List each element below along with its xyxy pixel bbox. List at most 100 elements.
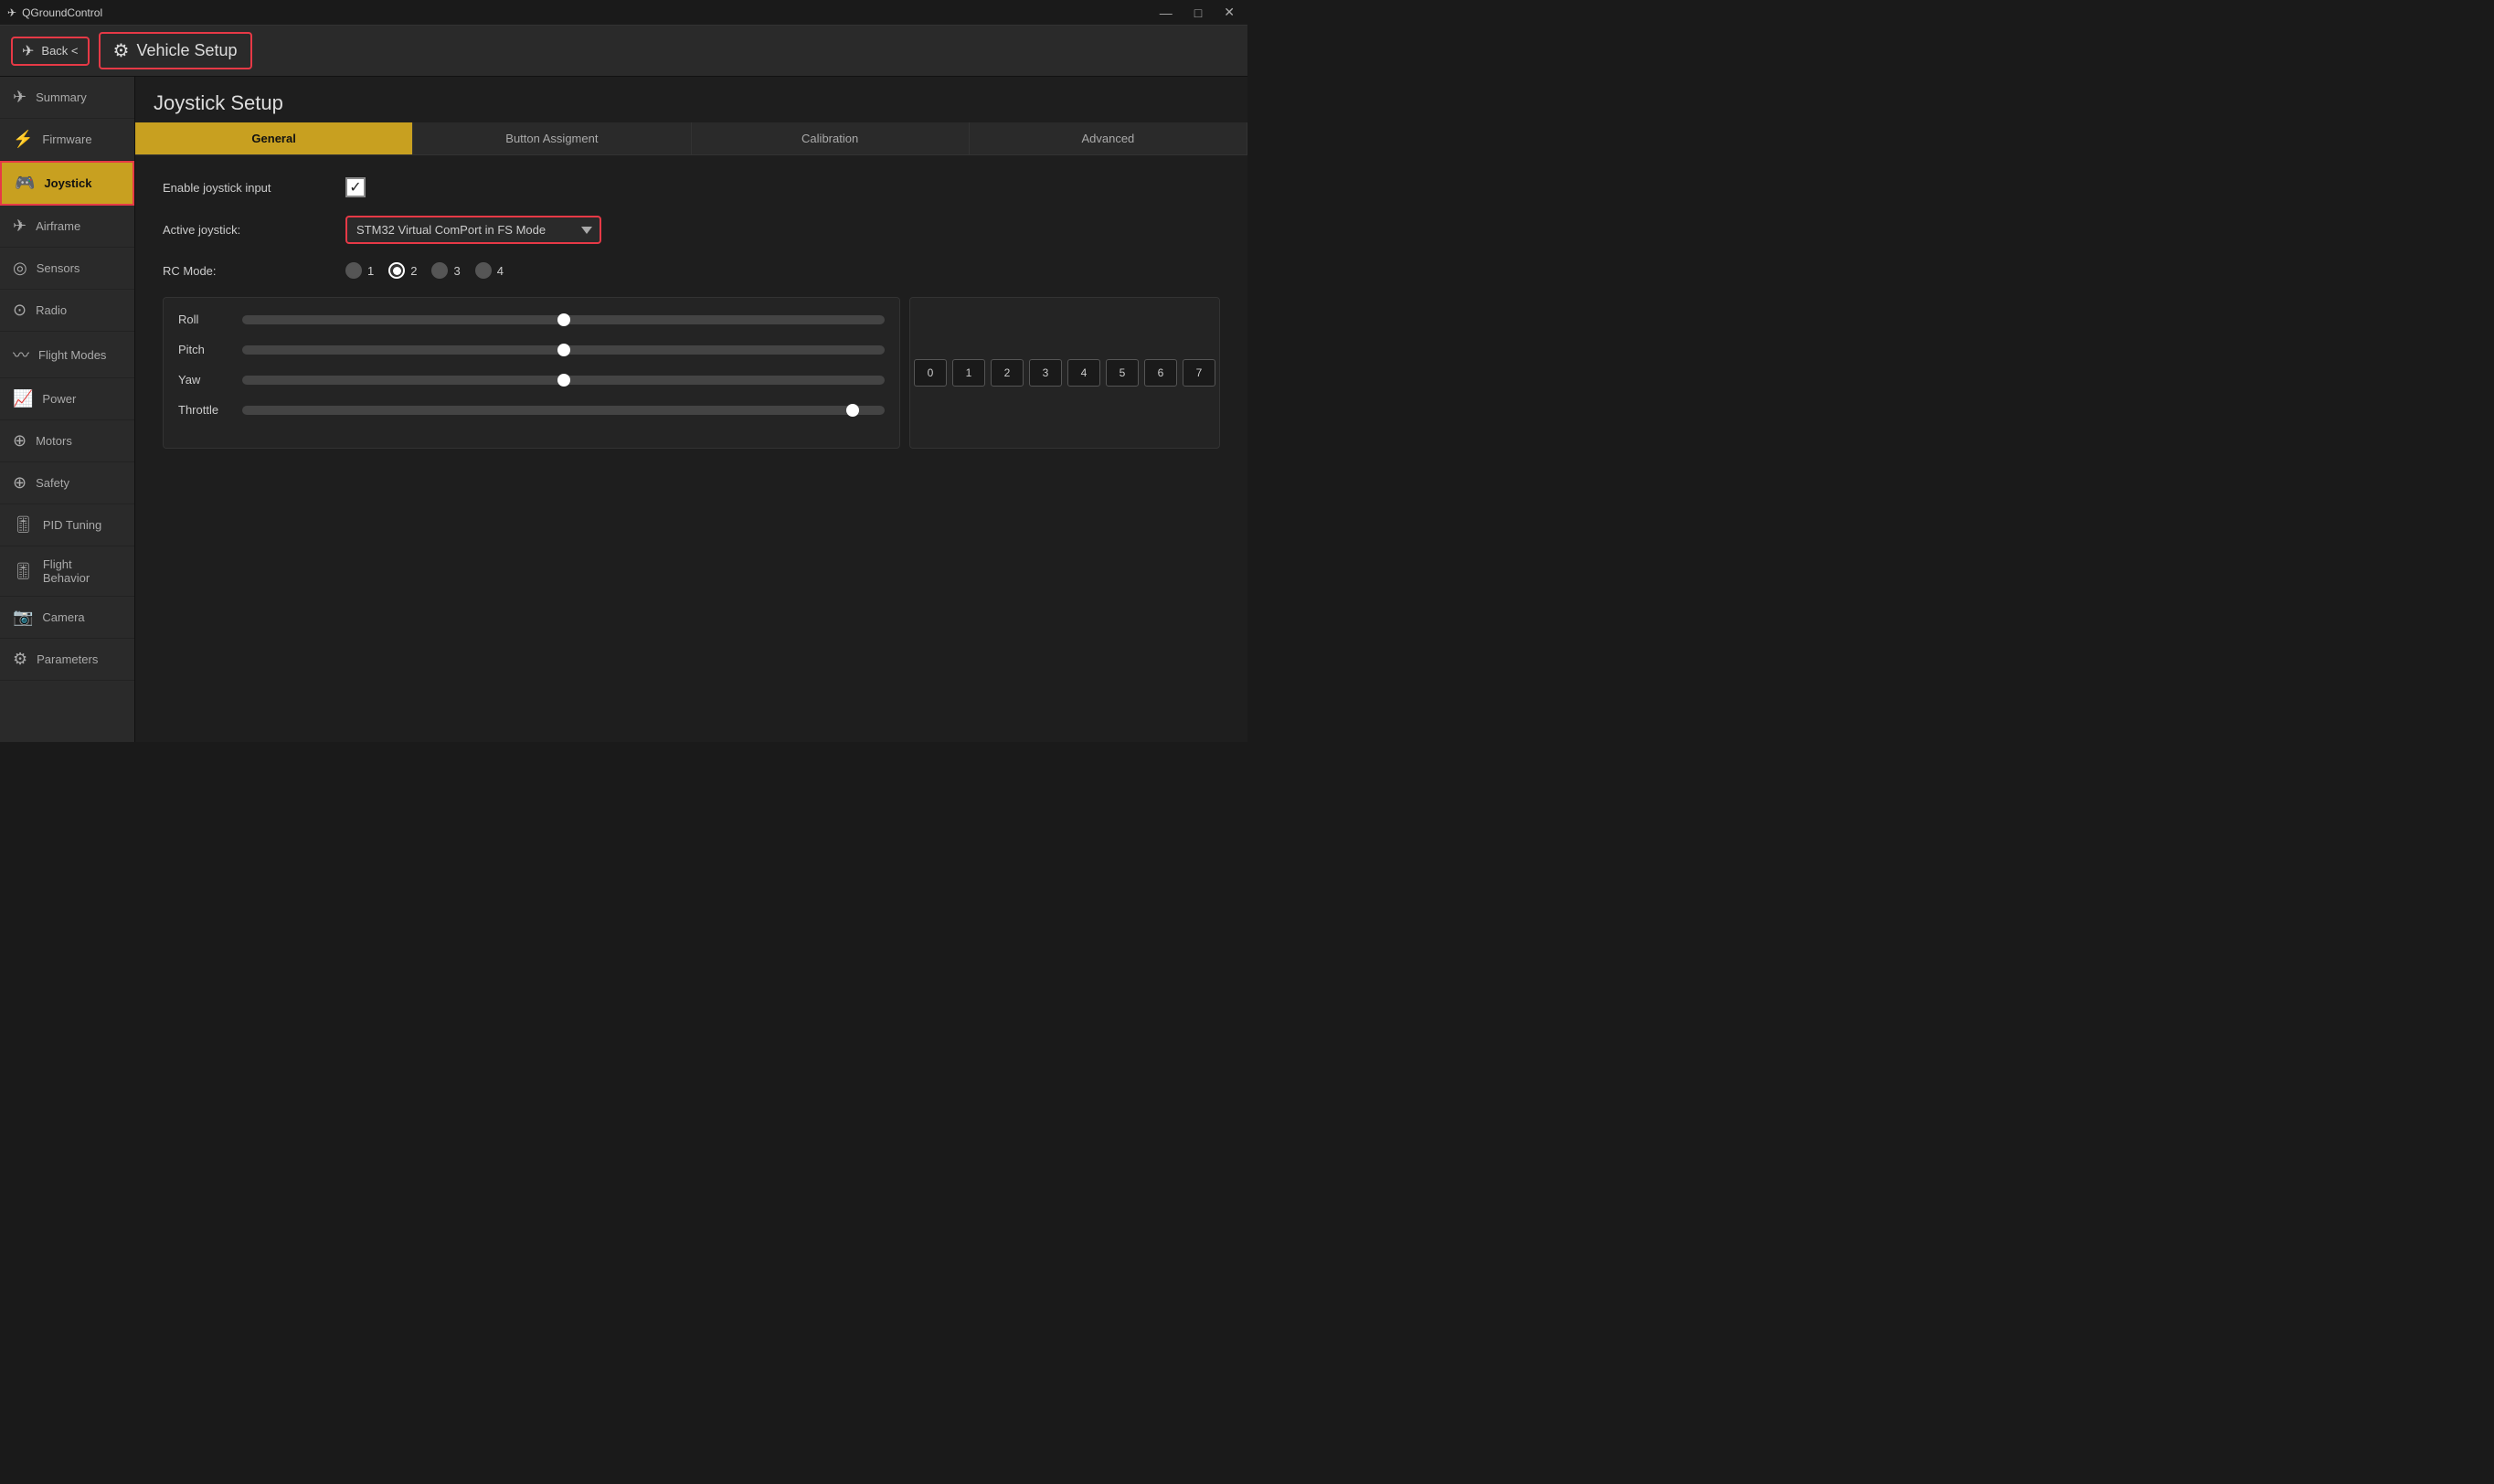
- app-body: ✈ Summary ⚡ Firmware 🎮 Joystick ✈ Airfra…: [0, 77, 1247, 742]
- titlebar-controls: — □ ✕: [1154, 3, 1240, 22]
- sidebar-item-power[interactable]: 📈 Power: [0, 378, 134, 420]
- sidebar-label-parameters: Parameters: [37, 652, 98, 666]
- vehicle-setup-header: ⚙ Vehicle Setup: [99, 32, 252, 69]
- sidebar-label-motors: Motors: [36, 434, 72, 448]
- sidebar-item-parameters[interactable]: ⚙ Parameters: [0, 639, 134, 681]
- sidebar-item-summary[interactable]: ✈ Summary: [0, 77, 134, 119]
- radio-outer-4: [475, 262, 492, 279]
- radio-outer-1: [345, 262, 362, 279]
- button-4[interactable]: 4: [1067, 359, 1100, 387]
- button-2[interactable]: 2: [991, 359, 1024, 387]
- pitch-label: Pitch: [178, 343, 233, 356]
- flight-behavior-icon: 🎚: [13, 562, 34, 581]
- rc-mode-3[interactable]: 3: [431, 262, 460, 279]
- radio-outer-2: [388, 262, 405, 279]
- rc-mode-1[interactable]: 1: [345, 262, 374, 279]
- main-content: Joystick Setup General Button Assigment …: [135, 77, 1247, 742]
- camera-icon: 📷: [13, 608, 33, 627]
- tab-button-assignment[interactable]: Button Assigment: [413, 122, 691, 154]
- rc-mode-row: RC Mode: 1: [163, 262, 1220, 279]
- throttle-bar: [242, 406, 885, 415]
- tab-advanced[interactable]: Advanced: [970, 122, 1247, 154]
- sidebar-item-camera[interactable]: 📷 Camera: [0, 597, 134, 639]
- rc-mode-control: 1 2 3: [345, 262, 504, 279]
- button-5[interactable]: 5: [1106, 359, 1139, 387]
- close-button[interactable]: ✕: [1218, 3, 1240, 22]
- sidebar-label-flight-behavior: Flight Behavior: [43, 557, 122, 585]
- sidebar-item-radio[interactable]: ⊙ Radio: [0, 290, 134, 332]
- sidebar-label-sensors: Sensors: [37, 261, 80, 275]
- back-label: Back <: [41, 44, 78, 58]
- radio-icon: ⊙: [13, 301, 27, 320]
- joystick-icon: 🎮: [15, 174, 35, 193]
- header: ✈ Back < ⚙ Vehicle Setup: [0, 26, 1247, 77]
- tab-general[interactable]: General: [135, 122, 413, 154]
- gear-icon: ⚙: [113, 39, 130, 62]
- enable-joystick-control: ✓: [345, 177, 366, 197]
- minimize-button[interactable]: —: [1154, 3, 1178, 22]
- content-area: Enable joystick input ✓ Active joystick:…: [135, 155, 1247, 471]
- page-title: Joystick Setup: [135, 77, 1247, 122]
- sidebar-item-sensors[interactable]: ◎ Sensors: [0, 248, 134, 290]
- sidebar-label-flight-modes: Flight Modes: [38, 348, 106, 362]
- pitch-dot: [557, 344, 570, 356]
- pitch-bar: [242, 345, 885, 355]
- back-arrow-icon: ✈: [22, 42, 34, 60]
- titlebar-left: ✈ QGroundControl: [7, 6, 102, 19]
- sidebar-item-airframe[interactable]: ✈ Airframe: [0, 206, 134, 248]
- button-0[interactable]: 0: [914, 359, 947, 387]
- roll-dot: [557, 313, 570, 326]
- power-icon: 📈: [13, 389, 33, 408]
- rc-mode-4[interactable]: 4: [475, 262, 504, 279]
- titlebar: ✈ QGroundControl — □ ✕: [0, 0, 1247, 26]
- axis-row-throttle: Throttle: [178, 403, 885, 417]
- axis-panel: Roll Pitch Yaw: [163, 297, 900, 449]
- sidebar-label-camera: Camera: [42, 610, 84, 624]
- sidebar-item-flight-modes[interactable]: 〰 Flight Modes: [0, 332, 134, 378]
- active-joystick-label: Active joystick:: [163, 223, 345, 237]
- roll-bar: [242, 315, 885, 324]
- sidebar-label-joystick: Joystick: [44, 176, 91, 190]
- header-title-text: Vehicle Setup: [136, 41, 237, 60]
- tab-calibration[interactable]: Calibration: [692, 122, 970, 154]
- rc-mode-2[interactable]: 2: [388, 262, 417, 279]
- radio-inner-2: [393, 267, 401, 275]
- sidebar-label-pid-tuning: PID Tuning: [43, 518, 101, 532]
- motors-icon: ⊕: [13, 431, 27, 450]
- sidebar-label-safety: Safety: [36, 476, 69, 490]
- button-1[interactable]: 1: [952, 359, 985, 387]
- sidebar-label-firmware: Firmware: [42, 132, 91, 146]
- sidebar-label-airframe: Airframe: [36, 219, 80, 233]
- throttle-label: Throttle: [178, 403, 233, 417]
- axis-row-pitch: Pitch: [178, 343, 885, 356]
- button-grid: 0 1 2 3 4 5 6 7: [914, 359, 1215, 387]
- summary-icon: ✈: [13, 88, 27, 107]
- airframe-icon: ✈: [13, 217, 27, 236]
- sensors-icon: ◎: [13, 259, 27, 278]
- sidebar-label-radio: Radio: [36, 303, 67, 317]
- sidebar-item-safety[interactable]: ⊕ Safety: [0, 462, 134, 504]
- rc-mode-label: RC Mode:: [163, 264, 345, 278]
- yaw-dot: [557, 374, 570, 387]
- flight-modes-icon: 〰: [13, 343, 29, 366]
- sidebar-item-motors[interactable]: ⊕ Motors: [0, 420, 134, 462]
- enable-joystick-checkbox[interactable]: ✓: [345, 177, 366, 197]
- parameters-icon: ⚙: [13, 650, 27, 669]
- sidebar-item-firmware[interactable]: ⚡ Firmware: [0, 119, 134, 161]
- app-icon: ✈: [7, 6, 16, 19]
- button-6[interactable]: 6: [1144, 359, 1177, 387]
- joystick-select[interactable]: STM32 Virtual ComPort in FS Mode: [345, 216, 601, 244]
- button-7[interactable]: 7: [1183, 359, 1215, 387]
- rc-radio-group: 1 2 3: [345, 262, 504, 279]
- sidebar-item-joystick[interactable]: 🎮 Joystick: [0, 161, 134, 206]
- active-joystick-row: Active joystick: STM32 Virtual ComPort i…: [163, 216, 1220, 244]
- sidebar-item-pid-tuning[interactable]: 🎚 PID Tuning: [0, 504, 134, 546]
- maximize-button[interactable]: □: [1189, 3, 1207, 22]
- enable-joystick-row: Enable joystick input ✓: [163, 177, 1220, 197]
- safety-icon: ⊕: [13, 473, 27, 493]
- back-button[interactable]: ✈ Back <: [11, 37, 90, 66]
- sidebar-item-flight-behavior[interactable]: 🎚 Flight Behavior: [0, 546, 134, 597]
- rc-mode-3-label: 3: [453, 264, 460, 278]
- button-3[interactable]: 3: [1029, 359, 1062, 387]
- pid-tuning-icon: 🎚: [13, 515, 34, 535]
